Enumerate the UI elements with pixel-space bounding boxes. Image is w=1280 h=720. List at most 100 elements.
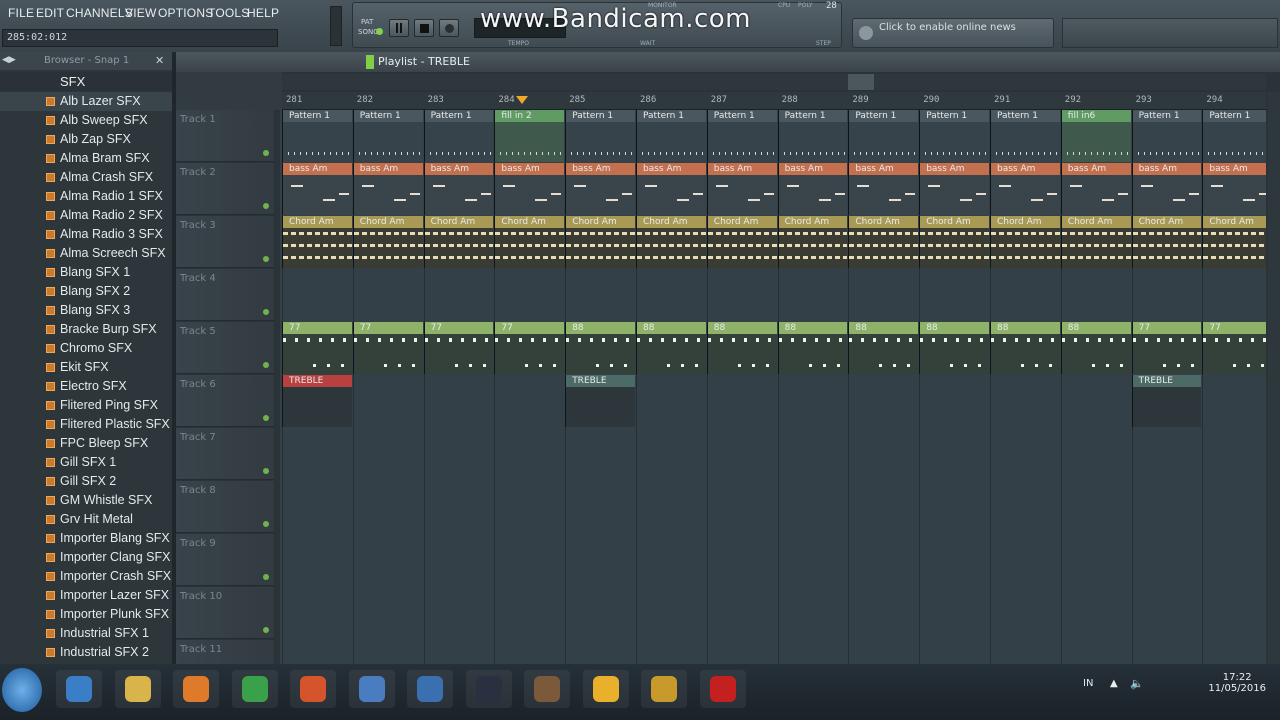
playhead-marker[interactable]: [516, 96, 528, 104]
browser-item[interactable]: Electro SFX: [0, 377, 172, 396]
browser-item[interactable]: Importer Lazer SFX: [0, 586, 172, 605]
menu-help[interactable]: HELP: [247, 6, 279, 20]
explorer-icon[interactable]: [114, 670, 161, 708]
record-button[interactable]: [439, 19, 459, 37]
menu-file[interactable]: FILE: [8, 6, 34, 20]
browser-item[interactable]: Alb Zap SFX: [0, 130, 172, 149]
browser-item[interactable]: Flitered Ping SFX: [0, 396, 172, 415]
menu-options[interactable]: OPTIONS: [158, 6, 213, 20]
master-volume-slider[interactable]: [330, 6, 342, 46]
track-header[interactable]: Track 2: [176, 163, 274, 215]
track-header[interactable]: Track 5: [176, 322, 274, 374]
browser-item[interactable]: FPC Bleep SFX: [0, 434, 172, 453]
pattern-clip[interactable]: Pattern 1: [1202, 110, 1266, 162]
track-mute-led-icon[interactable]: [263, 468, 269, 474]
browser-item[interactable]: Alma Radio 1 SFX: [0, 187, 172, 206]
pattern-clip[interactable]: Pattern 1: [352, 110, 423, 162]
browser-item[interactable]: Importer Crash SFX: [0, 567, 172, 586]
winamp-icon[interactable]: [582, 670, 629, 708]
control-panel-icon[interactable]: [348, 670, 395, 708]
bass-clip[interactable]: bass Am: [494, 163, 565, 215]
video-app-icon[interactable]: [465, 670, 512, 708]
drum-clip[interactable]: 88: [990, 322, 1060, 374]
pattern-clip[interactable]: Pattern 1: [777, 110, 848, 162]
pattern-clip[interactable]: Pattern 1: [282, 110, 352, 162]
track-mute-led-icon[interactable]: [263, 309, 269, 315]
song-mode-indicator[interactable]: [376, 28, 383, 35]
track-mute-led-icon[interactable]: [263, 203, 269, 209]
horizontal-scrollbar[interactable]: [282, 74, 1266, 90]
bass-clip[interactable]: bass Am: [848, 163, 919, 215]
playlist-play-icon[interactable]: [366, 55, 374, 69]
pause-button[interactable]: [389, 19, 409, 37]
pattern-clip[interactable]: Pattern 1: [990, 110, 1060, 162]
chord-clip[interactable]: Chord Am: [494, 216, 565, 268]
pattern-clip[interactable]: fill in6: [1060, 110, 1131, 162]
browser-item[interactable]: Alma Radio 2 SFX: [0, 206, 172, 225]
browser-item[interactable]: Alma Bram SFX: [0, 149, 172, 168]
drum-clip[interactable]: 88: [706, 322, 777, 374]
drum-clip[interactable]: 77: [1131, 322, 1202, 374]
track-mute-led-icon[interactable]: [263, 415, 269, 421]
taskbar-clock[interactable]: 17:22 11/05/2016: [1208, 672, 1266, 694]
browser-item[interactable]: Alma Crash SFX: [0, 168, 172, 187]
drum-clip[interactable]: 88: [919, 322, 989, 374]
playlist-grid[interactable]: Pattern 1 Pattern 1 Pattern 1 fill in 2 Patt…: [280, 110, 1266, 664]
bass-clip[interactable]: bass Am: [565, 163, 635, 215]
browser-item[interactable]: Ekit SFX: [0, 358, 172, 377]
screen-icon[interactable]: [407, 670, 453, 708]
ie-icon[interactable]: [56, 670, 102, 708]
track-header[interactable]: Track 4: [176, 269, 274, 321]
browser-item[interactable]: Alma Radio 3 SFX: [0, 225, 172, 244]
track-header[interactable]: Track 6: [176, 375, 274, 427]
chord-clip[interactable]: Chord Am: [1060, 216, 1131, 268]
browser-item[interactable]: Alma Screech SFX: [0, 244, 172, 263]
tray-up-icon[interactable]: ▲: [1110, 678, 1118, 689]
drum-clip[interactable]: 77: [352, 322, 423, 374]
fl-studio-icon[interactable]: [641, 670, 687, 708]
browser-item[interactable]: Blang SFX 3: [0, 301, 172, 320]
browser-folder-row[interactable]: SFX: [0, 72, 172, 91]
playlist-title[interactable]: Playlist - TREBLE: [378, 55, 470, 68]
browser-item[interactable]: GM Whistle SFX: [0, 491, 172, 510]
pattern-clip[interactable]: fill in 2: [494, 110, 565, 162]
bass-clip[interactable]: bass Am: [919, 163, 989, 215]
language-indicator[interactable]: IN: [1083, 678, 1093, 689]
browser-item[interactable]: Chromo SFX: [0, 339, 172, 358]
browser-item[interactable]: Industrial SFX 2: [0, 643, 172, 662]
drum-clip[interactable]: 88: [636, 322, 706, 374]
bass-clip[interactable]: bass Am: [282, 163, 352, 215]
chord-clip[interactable]: Chord Am: [777, 216, 848, 268]
track-mute-led-icon[interactable]: [263, 521, 269, 527]
chord-clip[interactable]: Chord Am: [1202, 216, 1266, 268]
browser-item[interactable]: Flitered Plastic SFX: [0, 415, 172, 434]
chord-clip[interactable]: Chord Am: [848, 216, 919, 268]
chord-clip[interactable]: Chord Am: [706, 216, 777, 268]
bandicam-icon[interactable]: [699, 670, 746, 708]
browser-item[interactable]: Alb Lazer SFX: [0, 92, 172, 111]
bass-clip[interactable]: bass Am: [706, 163, 777, 215]
menu-edit[interactable]: EDIT: [36, 6, 64, 20]
chord-clip[interactable]: Chord Am: [990, 216, 1060, 268]
track-mute-led-icon[interactable]: [263, 256, 269, 262]
browser-item[interactable]: Blang SFX 2: [0, 282, 172, 301]
track-mute-led-icon[interactable]: [263, 627, 269, 633]
chord-clip[interactable]: Chord Am: [282, 216, 352, 268]
browser-item[interactable]: Gill SFX 2: [0, 472, 172, 491]
pattern-clip[interactable]: Pattern 1: [706, 110, 777, 162]
track-header[interactable]: Track 1: [176, 110, 274, 162]
browser-item[interactable]: Importer Blang SFX: [0, 529, 172, 548]
pattern-clip[interactable]: Pattern 1: [565, 110, 635, 162]
bass-clip[interactable]: bass Am: [990, 163, 1060, 215]
drum-clip[interactable]: 77: [423, 322, 494, 374]
chord-clip[interactable]: Chord Am: [565, 216, 635, 268]
treble-clip[interactable]: TREBLE: [282, 375, 352, 427]
drum-clip[interactable]: 77: [494, 322, 565, 374]
pattern-clip[interactable]: Pattern 1: [848, 110, 919, 162]
drum-clip[interactable]: 88: [777, 322, 848, 374]
track-mute-led-icon[interactable]: [263, 150, 269, 156]
track-header[interactable]: Track 8: [176, 481, 274, 533]
browser-item[interactable]: Grv Hit Metal: [0, 510, 172, 529]
vertical-scrollbar[interactable]: [1268, 92, 1280, 664]
drum-clip[interactable]: 88: [848, 322, 919, 374]
